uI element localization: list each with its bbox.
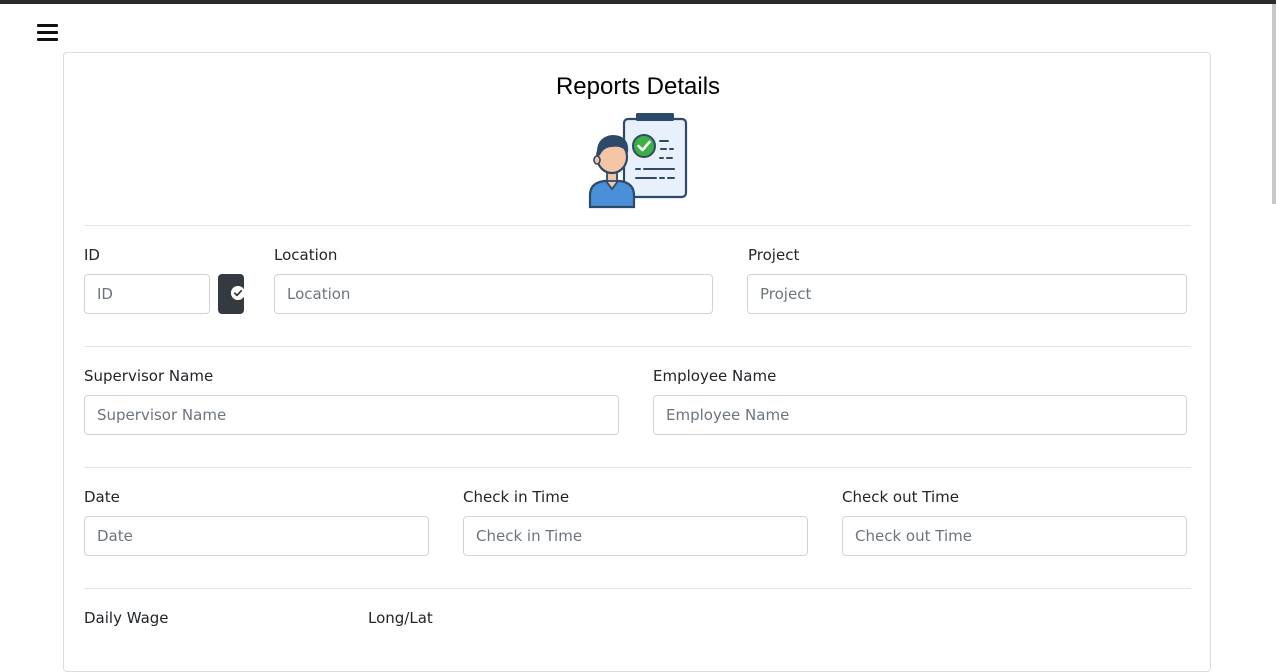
verify-id-button[interactable] <box>218 274 245 314</box>
supervisor-name-label: Supervisor Name <box>84 367 214 385</box>
section-divider <box>84 467 1191 468</box>
employee-name-input[interactable] <box>653 395 1187 435</box>
section-divider <box>84 588 1191 589</box>
daily-wage-label: Daily Wage <box>84 609 169 627</box>
scrollbar[interactable] <box>1272 4 1276 204</box>
hamburger-menu-icon[interactable] <box>36 22 60 44</box>
section-divider <box>84 346 1191 347</box>
section-divider <box>84 225 1191 226</box>
project-label: Project <box>748 246 800 264</box>
check-out-time-input[interactable] <box>842 516 1187 556</box>
long-lat-label: Long/Lat <box>368 609 433 627</box>
id-input[interactable] <box>84 274 210 314</box>
supervisor-name-input[interactable] <box>84 395 619 435</box>
location-input[interactable] <box>274 274 713 314</box>
report-details-card: Reports Details ID ID Location Location … <box>63 52 1211 672</box>
check-out-time-label: Check out Time <box>842 488 959 506</box>
page-title: Reports Details <box>555 73 721 100</box>
project-input[interactable] <box>747 274 1187 314</box>
check-in-time-label: Check in Time <box>463 488 570 506</box>
check-circle-icon <box>231 286 245 300</box>
employee-report-clipboard-icon <box>588 113 688 209</box>
id-label: ID <box>84 246 100 264</box>
employee-name-label: Employee Name <box>653 367 777 385</box>
top-bar <box>0 0 1276 4</box>
location-label: Location <box>274 246 338 264</box>
date-input[interactable] <box>84 516 429 556</box>
check-in-time-input[interactable] <box>463 516 808 556</box>
date-label: Date <box>84 488 120 506</box>
